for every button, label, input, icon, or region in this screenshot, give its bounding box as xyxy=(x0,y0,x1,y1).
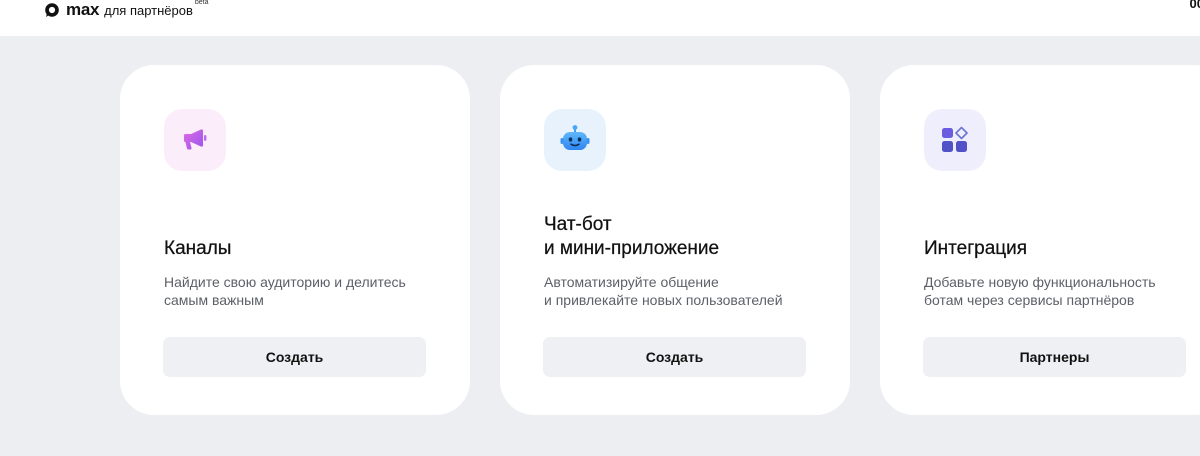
top-header: max для партнёров beta 00 xyxy=(0,0,1200,36)
apps-grid-icon xyxy=(942,126,968,152)
megaphone-icon xyxy=(184,129,207,150)
card-icon-tile xyxy=(924,109,986,171)
card-title: Интеграция xyxy=(924,238,1028,259)
card-title: Чат-бот и мини-приложение xyxy=(544,214,720,259)
beta-badge: beta xyxy=(194,0,209,6)
card-channels: Каналы Найдите свою аудиторию и делитесь… xyxy=(120,65,470,415)
create-chatbot-button[interactable]: Создать xyxy=(543,337,806,377)
card-icon-tile xyxy=(544,109,606,171)
card-chatbot: Чат-бот и мини-приложение Автоматизируйт… xyxy=(500,65,850,415)
card-title: Каналы xyxy=(164,238,232,259)
logo-brand: max xyxy=(66,0,100,19)
logo[interactable]: max для партнёров beta xyxy=(44,0,209,23)
create-channel-button[interactable]: Создать xyxy=(163,337,426,377)
card-icon-tile xyxy=(164,109,226,171)
card-description: Найдите свою аудиторию и делитесь самым … xyxy=(164,274,406,308)
card-description: Добавьте новую функциональность ботам че… xyxy=(924,274,1156,308)
max-logo-icon xyxy=(45,3,59,17)
card-integration: Интеграция Добавьте новую функциональнос… xyxy=(880,65,1200,415)
logo-subtitle: для партнёров xyxy=(104,2,193,18)
card-description: Автоматизируйте общение и привлекайте но… xyxy=(544,274,783,308)
partners-button[interactable]: Партнеры xyxy=(923,337,1186,377)
robot-icon xyxy=(560,125,590,150)
header-right-text[interactable]: 00 xyxy=(1190,0,1200,11)
